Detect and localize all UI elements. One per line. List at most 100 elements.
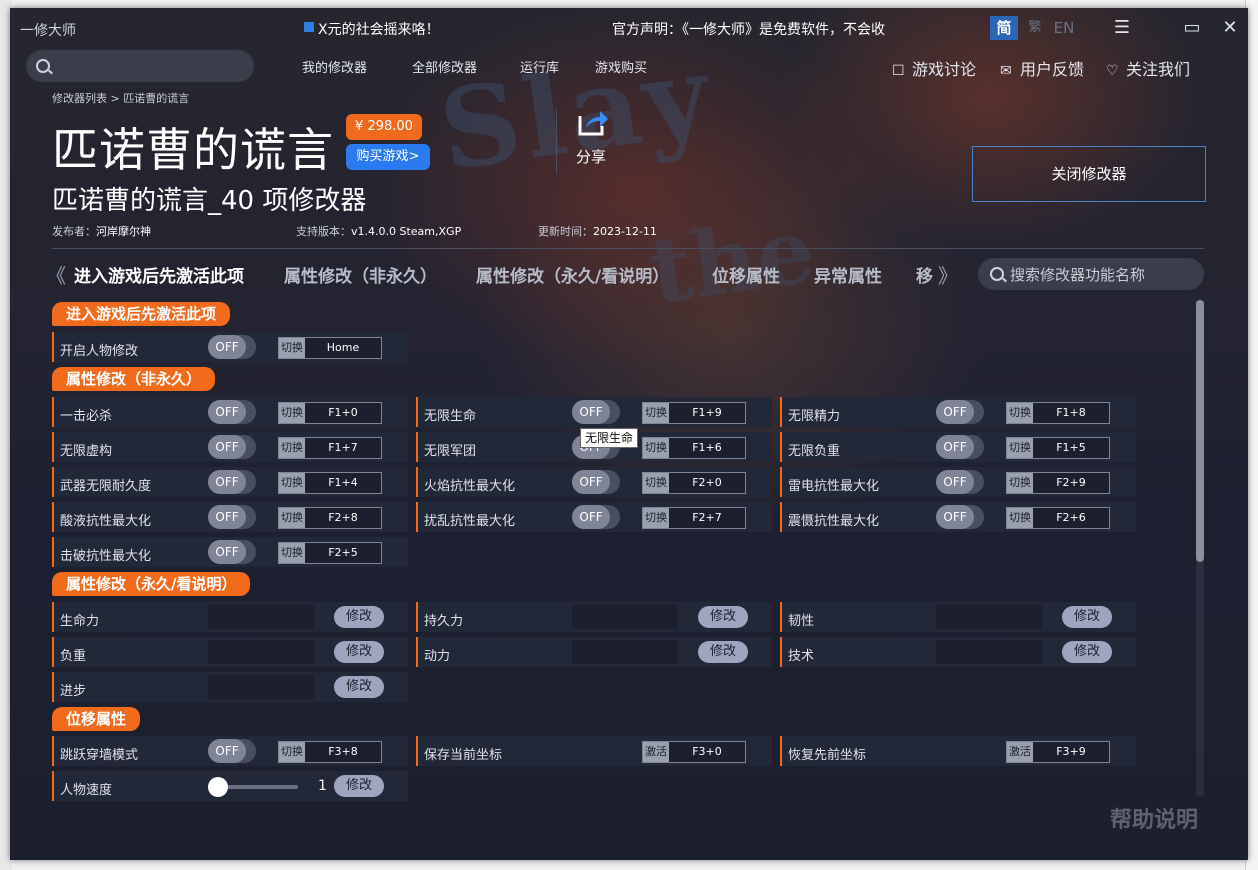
scrollbar[interactable]: [1196, 300, 1204, 796]
value-input[interactable]: [208, 605, 314, 629]
modify-button[interactable]: 修改: [334, 676, 384, 698]
toggle-row: 开启人物修改 OFF 切换 Home: [52, 332, 408, 362]
hotkey-field[interactable]: 切换 F1+8: [1006, 402, 1110, 424]
breadcrumb[interactable]: 修改器列表 > 匹诺曹的谎言: [52, 90, 189, 106]
value-input[interactable]: [208, 640, 314, 664]
nav-all-trainers[interactable]: 全部修改器: [412, 57, 477, 76]
hotkey-field[interactable]: 激活 F3+9: [1006, 741, 1110, 763]
speed-slider[interactable]: [218, 785, 298, 789]
toggle-row: 无限精力 OFF 切换 F1+8: [780, 397, 1136, 427]
off-toggle[interactable]: OFF: [936, 435, 984, 459]
off-toggle[interactable]: OFF: [572, 400, 620, 424]
input-row: 技术 修改: [780, 637, 1136, 667]
feature-search-input[interactable]: 搜索修改器功能名称: [978, 258, 1204, 290]
off-toggle[interactable]: OFF: [208, 505, 256, 529]
scrollbar-thumb[interactable]: [1196, 300, 1204, 562]
toggle-row: 无限生命 OFF 切换 F1+9: [416, 397, 772, 427]
modify-button[interactable]: 修改: [698, 606, 748, 628]
lang-traditional[interactable]: 繁: [1026, 16, 1044, 40]
toggle-state: OFF: [572, 505, 610, 529]
off-toggle[interactable]: OFF: [208, 540, 256, 564]
off-toggle[interactable]: OFF: [208, 335, 256, 359]
ticker-text[interactable]: X元的社会摇来咯！: [318, 19, 440, 39]
off-toggle[interactable]: OFF: [208, 470, 256, 494]
share-icon[interactable]: [576, 108, 608, 138]
feature-label: 雷电抗性最大化: [788, 479, 880, 494]
toggle-state: OFF: [936, 470, 974, 494]
lang-simplified[interactable]: 简: [990, 16, 1018, 40]
hotkey-value: F1+4: [328, 476, 358, 489]
speaker-icon: [304, 22, 314, 32]
modify-button[interactable]: 修改: [334, 641, 384, 663]
off-toggle[interactable]: OFF: [936, 505, 984, 529]
modify-button[interactable]: 修改: [698, 641, 748, 663]
hotkey-mode-tag: 激活: [643, 742, 669, 762]
nav-my-trainers[interactable]: 我的修改器: [302, 57, 367, 76]
hotkey-mode-tag: 切换: [279, 742, 305, 762]
hotkey-mode-tag: 切换: [643, 473, 669, 493]
lang-english[interactable]: EN: [1050, 16, 1078, 40]
hotkey-field[interactable]: 切换 F2+5: [278, 542, 382, 564]
help-link[interactable]: 帮助说明: [1110, 802, 1198, 834]
close-trainer-button[interactable]: 关闭修改器: [972, 146, 1206, 202]
tab-perm-attributes[interactable]: 属性修改（永久/看说明）: [476, 262, 669, 287]
tab-movement[interactable]: 位移属性: [712, 262, 780, 287]
off-toggle[interactable]: OFF: [572, 505, 620, 529]
off-toggle[interactable]: OFF: [572, 470, 620, 494]
search-input[interactable]: [26, 50, 254, 82]
tabs-prev-button[interactable]: 《: [46, 260, 66, 289]
close-icon[interactable]: ✕: [1218, 16, 1242, 40]
nav-runtime[interactable]: 运行库: [520, 57, 559, 76]
game-discussion-link[interactable]: ☐ 游戏讨论: [892, 56, 976, 80]
hotkey-value: F2+8: [328, 511, 358, 524]
share-label[interactable]: 分享: [576, 146, 606, 167]
hotkey-field[interactable]: 切换 F1+9: [642, 402, 746, 424]
hotkey-field[interactable]: 切换 F1+4: [278, 472, 382, 494]
hotkey-field[interactable]: 激活 F3+0: [642, 741, 746, 763]
maximize-icon[interactable]: ▭: [1180, 16, 1204, 40]
hotkey-field[interactable]: 切换 F2+0: [642, 472, 746, 494]
hotkey-field[interactable]: 切换 F1+0: [278, 402, 382, 424]
toggle-row: 酸液抗性最大化 OFF 切换 F2+8: [52, 502, 408, 532]
toggle-row: 无限负重 OFF 切换 F1+5: [780, 432, 1136, 462]
off-toggle[interactable]: OFF: [936, 470, 984, 494]
hotkey-field[interactable]: 切换 F2+6: [1006, 507, 1110, 529]
section-activate-first: 进入游戏后先激活此项: [52, 302, 231, 326]
value-input[interactable]: [936, 605, 1042, 629]
off-toggle[interactable]: OFF: [936, 400, 984, 424]
hotkey-value: F1+9: [692, 406, 722, 419]
hotkey-field[interactable]: 切换 F3+8: [278, 741, 382, 763]
hotkey-field[interactable]: 切换 F2+8: [278, 507, 382, 529]
modify-button[interactable]: 修改: [334, 606, 384, 628]
hotkey-field[interactable]: 切换 F1+5: [1006, 437, 1110, 459]
value-input[interactable]: [572, 640, 678, 664]
off-toggle[interactable]: OFF: [208, 739, 256, 763]
value-input[interactable]: [208, 675, 314, 699]
hotkey-field[interactable]: 切换 F1+6: [642, 437, 746, 459]
buy-game-button[interactable]: 购买游戏>: [346, 144, 430, 170]
user-feedback-link[interactable]: ✉ 用户反馈: [1000, 56, 1084, 80]
off-toggle[interactable]: OFF: [208, 400, 256, 424]
hotkey-field[interactable]: 切换 F2+9: [1006, 472, 1110, 494]
menu-icon[interactable]: ☰: [1110, 16, 1134, 40]
tab-temp-attributes[interactable]: 属性修改（非永久）: [284, 262, 437, 287]
app-name: 一修大师: [20, 23, 76, 39]
off-toggle[interactable]: OFF: [208, 435, 256, 459]
tabs-next-button[interactable]: 》: [938, 260, 958, 289]
hotkey-field[interactable]: 切换 F1+7: [278, 437, 382, 459]
modify-button[interactable]: 修改: [1062, 641, 1112, 663]
tab-activate-first[interactable]: 进入游戏后先激活此项: [74, 262, 244, 287]
value-input[interactable]: [936, 640, 1042, 664]
hotkey-field[interactable]: 切换 F2+7: [642, 507, 746, 529]
follow-us-link[interactable]: ♡ 关注我们: [1106, 56, 1190, 80]
nav-game-purchase[interactable]: 游戏购买: [595, 57, 647, 76]
toggle-state: OFF: [208, 400, 246, 424]
tab-more[interactable]: 移: [916, 262, 933, 287]
feature-label: 负重: [60, 649, 87, 664]
speed-slider-knob[interactable]: [208, 777, 228, 797]
hotkey-field[interactable]: 切换 Home: [278, 337, 382, 359]
value-input[interactable]: [572, 605, 678, 629]
modify-button[interactable]: 修改: [334, 775, 384, 797]
tab-status[interactable]: 异常属性: [814, 262, 882, 287]
modify-button[interactable]: 修改: [1062, 606, 1112, 628]
